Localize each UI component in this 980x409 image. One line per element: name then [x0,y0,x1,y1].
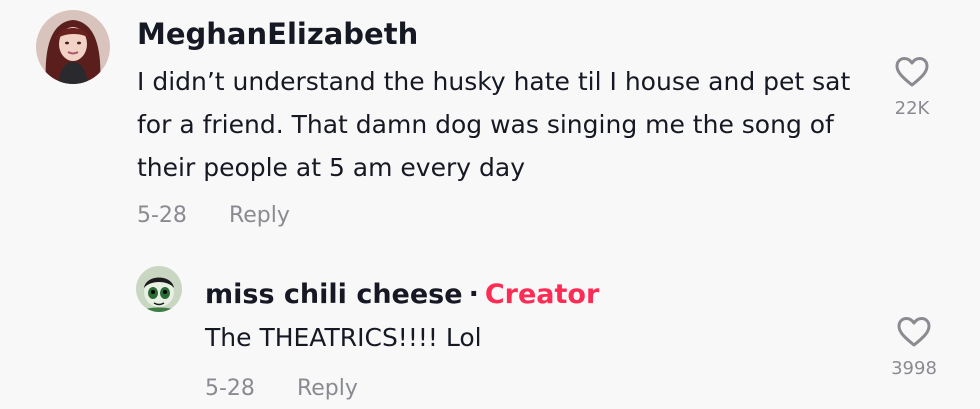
like-control[interactable]: 3998 [884,316,944,379]
comment-username-row: miss chili cheese · Creator [205,279,599,310]
comment-username[interactable]: miss chili cheese [205,279,463,310]
reply-button[interactable]: Reply [297,376,358,401]
like-control[interactable]: 22K [882,56,942,119]
comment-date: 5-28 [205,376,255,401]
comment-meta: 5-28 Reply [137,203,290,228]
comment-text: The THEATRICS!!!! Lol [205,323,482,352]
like-count: 3998 [891,358,937,379]
comment-username[interactable]: MeghanElizabeth [137,17,418,51]
user-avatar[interactable] [36,10,110,84]
user-avatar[interactable] [136,266,182,312]
comment-text: I didn’t understand the husky hate til I… [137,67,851,182]
separator-dot: · [468,279,479,310]
creator-badge: Creator [484,279,600,310]
reply-button[interactable]: Reply [229,203,290,228]
comment-meta: 5-28 Reply [205,376,358,401]
cartoon-character-avatar-icon [136,266,182,312]
profile-photo-icon [36,10,110,84]
heart-icon[interactable] [894,56,930,88]
heart-icon[interactable] [896,316,932,348]
like-count: 22K [894,98,930,119]
comment-date: 5-28 [137,203,187,228]
